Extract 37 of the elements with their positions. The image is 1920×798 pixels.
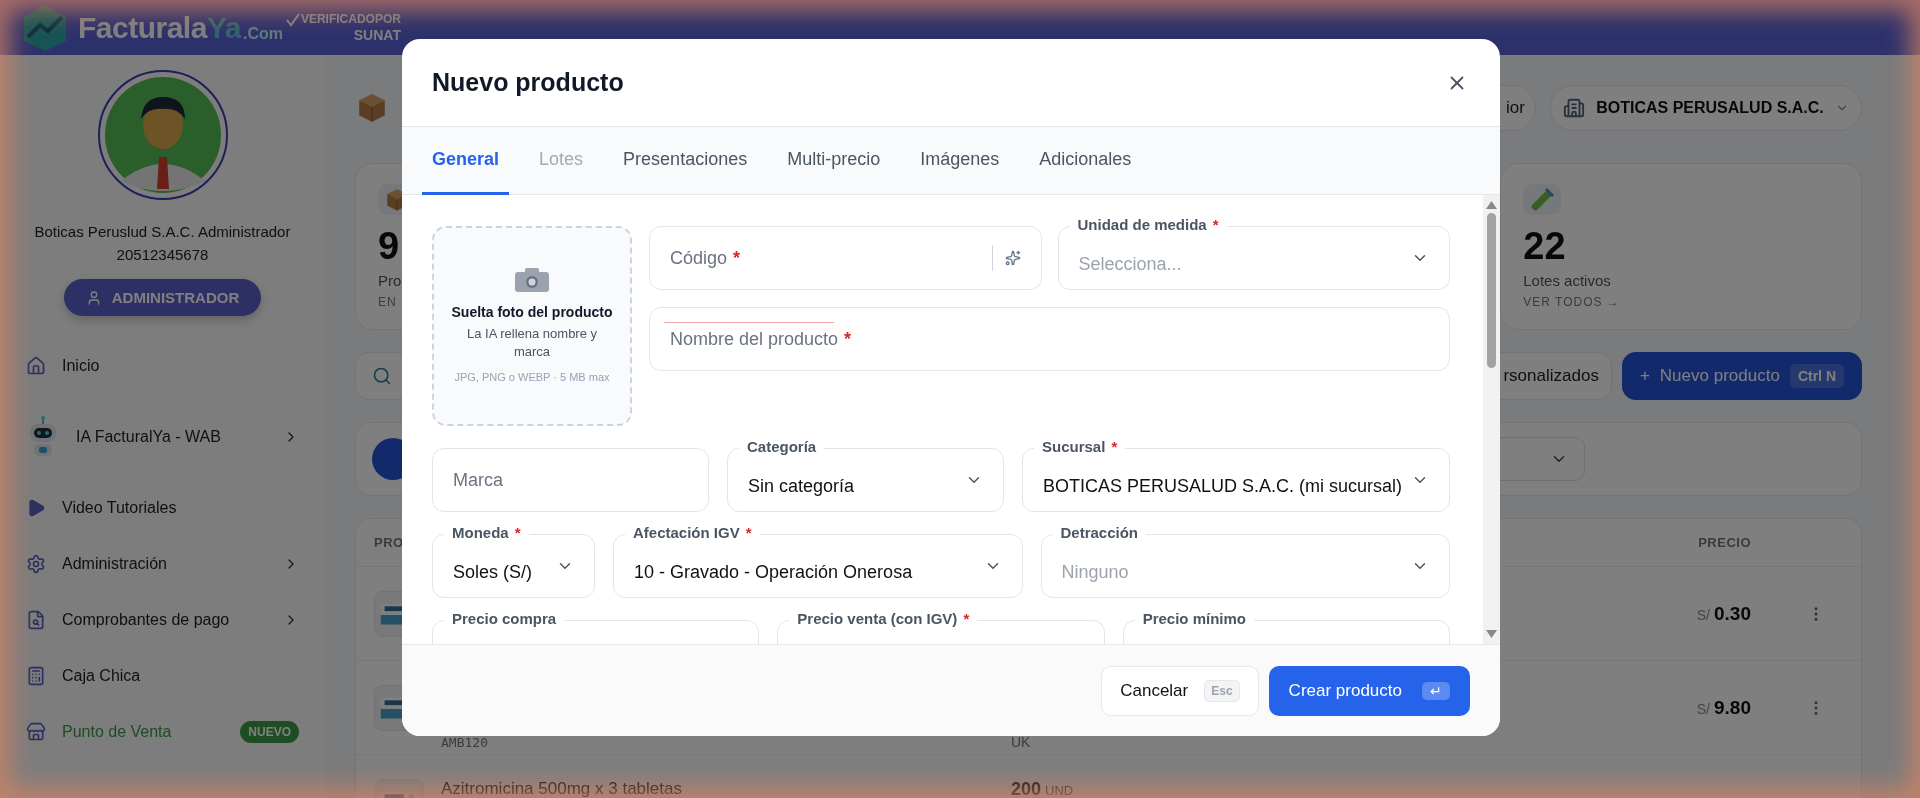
logo-suffix: .Com: [242, 25, 283, 43]
column-header: PRO: [373, 535, 405, 550]
stock-note: UK: [1011, 734, 1032, 750]
dialog-title: Nuevo producto: [432, 68, 624, 97]
field-label: Precio venta (con IGV) *: [789, 610, 978, 627]
field-label: Detracción: [1052, 524, 1147, 541]
verified-label: VERIFICADO: [300, 13, 375, 27]
currency-label: S/: [1696, 700, 1710, 717]
shortcut-key: Esc: [1204, 679, 1240, 702]
price-value: 0.30: [1714, 602, 1751, 625]
currency-label: S/: [1696, 606, 1710, 623]
stat-label: Lotes activos: [1523, 272, 1611, 289]
product-sku: AMB120: [441, 735, 488, 750]
drop-title: Suelta foto del producto: [451, 302, 613, 322]
price-value: 9.80: [1714, 696, 1751, 719]
drop-formats: JPG, PNG o WEBP · 5 MB max: [454, 370, 610, 386]
shortcut-key: ↵: [1422, 681, 1450, 700]
drop-subtitle: La IA rellena nombre y marca: [465, 325, 599, 361]
field-label: Sucursal *: [1034, 438, 1126, 455]
logo-name: FacturalaYa: [78, 10, 241, 45]
field-label: Unidad de medida *: [1069, 216, 1227, 233]
new-badge: NUEVO: [240, 721, 299, 743]
column-header: PRECIO: [1697, 535, 1751, 550]
tax-id: 20512345678: [116, 246, 209, 263]
user-name: Boticas Peruslud S.A.C. Administrador: [34, 223, 291, 240]
stat-label: Pro: [378, 272, 402, 289]
sunat-label: SUNAT: [353, 27, 401, 44]
product-name: Azitromicina 500mg x 3 tabletas: [441, 779, 682, 798]
field-label: Afectación IGV *: [625, 524, 760, 541]
verified-by: POR: [374, 13, 401, 27]
field-label: Categoría: [739, 438, 825, 455]
stock-value: 200 UND: [1011, 779, 1075, 798]
field-label: Precio mínimo: [1134, 610, 1254, 627]
field-label: Moneda *: [444, 524, 529, 541]
stat-value: 22: [1523, 225, 1566, 268]
field-label: Precio compra: [444, 610, 565, 627]
stat-value: 9: [378, 225, 400, 268]
